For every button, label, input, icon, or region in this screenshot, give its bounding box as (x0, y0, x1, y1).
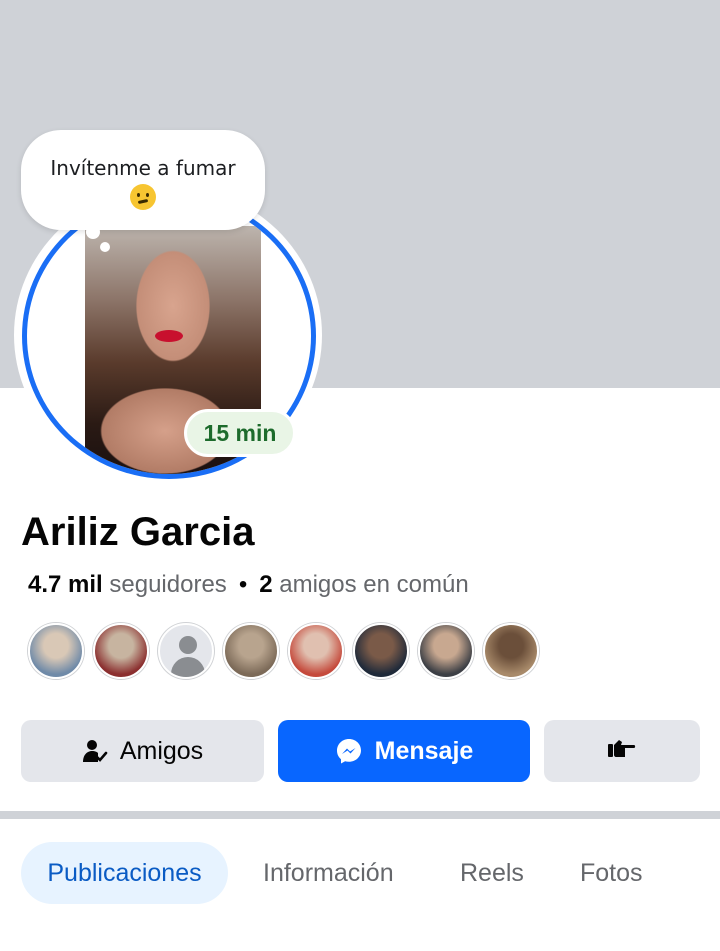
bubble-tail (86, 225, 100, 239)
followers-count[interactable]: 4.7 mil (28, 571, 103, 598)
thought-bubble[interactable]: Invítenme a fumar (21, 130, 265, 230)
message-button[interactable]: Mensaje (278, 720, 530, 782)
mutual-friend-avatar[interactable] (223, 623, 279, 679)
followers-label[interactable]: seguidores (109, 571, 226, 598)
bubble-tail-small (100, 242, 110, 252)
mutual-label[interactable]: amigos en común (279, 571, 468, 598)
confused-face-icon (130, 184, 156, 210)
friends-button[interactable]: Amigos (21, 720, 264, 782)
friend-check-icon (82, 738, 108, 764)
thought-bubble-text: Invítenme a fumar (50, 156, 236, 180)
tab-reels[interactable]: Reels (460, 842, 524, 904)
stats-separator: • (238, 571, 248, 598)
mutual-count[interactable]: 2 (259, 571, 272, 598)
message-button-label: Mensaje (374, 736, 474, 765)
section-divider (0, 811, 720, 819)
mutual-friend-avatar[interactable] (288, 623, 344, 679)
mutual-friend-avatar[interactable] (483, 623, 539, 679)
tab-fotos[interactable]: Fotos (580, 842, 643, 904)
mutual-friend-avatar[interactable] (93, 623, 149, 679)
mutual-friend-avatar[interactable] (28, 623, 84, 679)
pointing-hand-icon (607, 736, 637, 767)
mutual-friend-avatar[interactable] (158, 623, 214, 679)
profile-stats: 4.7 mil seguidores • 2 amigos en común (28, 571, 469, 599)
messenger-icon (335, 737, 363, 765)
mutual-friend-avatar[interactable] (353, 623, 409, 679)
friends-button-label: Amigos (119, 736, 204, 765)
tab-informacion[interactable]: Información (263, 842, 394, 904)
profile-name: Ariliz Garcia (21, 510, 255, 554)
tab-publicaciones[interactable]: Publicaciones (21, 842, 228, 904)
poke-button[interactable] (544, 720, 700, 782)
active-status-badge: 15 min (184, 409, 296, 457)
mutual-friend-avatar[interactable] (418, 623, 474, 679)
mutual-friends-avatars (28, 623, 539, 679)
